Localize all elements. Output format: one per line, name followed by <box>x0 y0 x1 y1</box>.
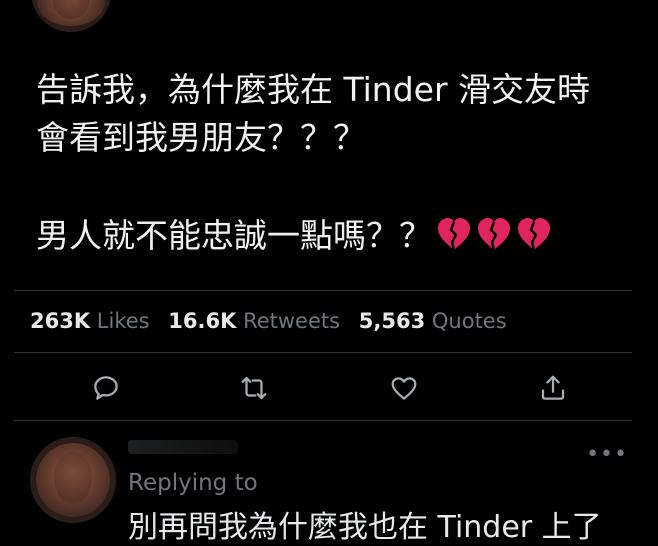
broken-heart-icon <box>476 216 512 251</box>
retweet-button[interactable] <box>236 370 272 406</box>
likes-count[interactable]: 263K <box>30 309 90 333</box>
reply-author-avatar[interactable] <box>30 437 116 523</box>
broken-heart-icon <box>436 216 472 251</box>
reply-button[interactable] <box>88 370 124 406</box>
avatar-hair <box>30 437 116 523</box>
likes-label[interactable]: Likes <box>97 309 150 333</box>
tweet-line-3: 男人就不能忠誠一點嗎？？ <box>36 212 636 260</box>
comment-icon <box>94 376 118 400</box>
heart-icon <box>391 377 417 400</box>
author-avatar[interactable] <box>31 0 111 32</box>
share-icon <box>541 375 565 400</box>
tweet-body: 告訴我，為什麼我在 Tinder 滑交友時 會看到我男朋友？？？ 男人就不能忠誠… <box>36 66 636 260</box>
retweets-label[interactable]: Retweets <box>243 309 340 333</box>
share-button[interactable] <box>535 370 571 406</box>
quotes-count[interactable]: 5,563 <box>359 309 425 333</box>
divider <box>14 352 632 353</box>
tweet-line-1: 告訴我，為什麼我在 Tinder 滑交友時 <box>36 70 591 109</box>
reply-text: 別再問我為什麼我也在 Tinder 上了 <box>128 510 602 545</box>
divider <box>14 420 632 421</box>
retweets-count[interactable]: 16.6K <box>168 309 236 333</box>
tweet-line-3-text: 男人就不能忠誠一點嗎？？ <box>36 216 432 255</box>
divider <box>14 290 632 291</box>
like-button[interactable] <box>386 370 422 406</box>
tweet-stats: 263K Likes 16.6K Retweets 5,563 Quotes <box>30 306 519 336</box>
broken-heart-icon <box>516 216 552 251</box>
tweet-actions <box>0 370 658 406</box>
retweet-icon <box>241 376 267 400</box>
more-options-icon[interactable]: ••• <box>586 442 628 467</box>
quotes-label[interactable]: Quotes <box>432 309 507 333</box>
avatar-hair <box>31 0 111 32</box>
tweet-line-2: 會看到我男朋友？？？ <box>36 118 366 157</box>
reply-author-name <box>128 440 238 454</box>
replying-to-label: Replying to <box>128 470 258 496</box>
